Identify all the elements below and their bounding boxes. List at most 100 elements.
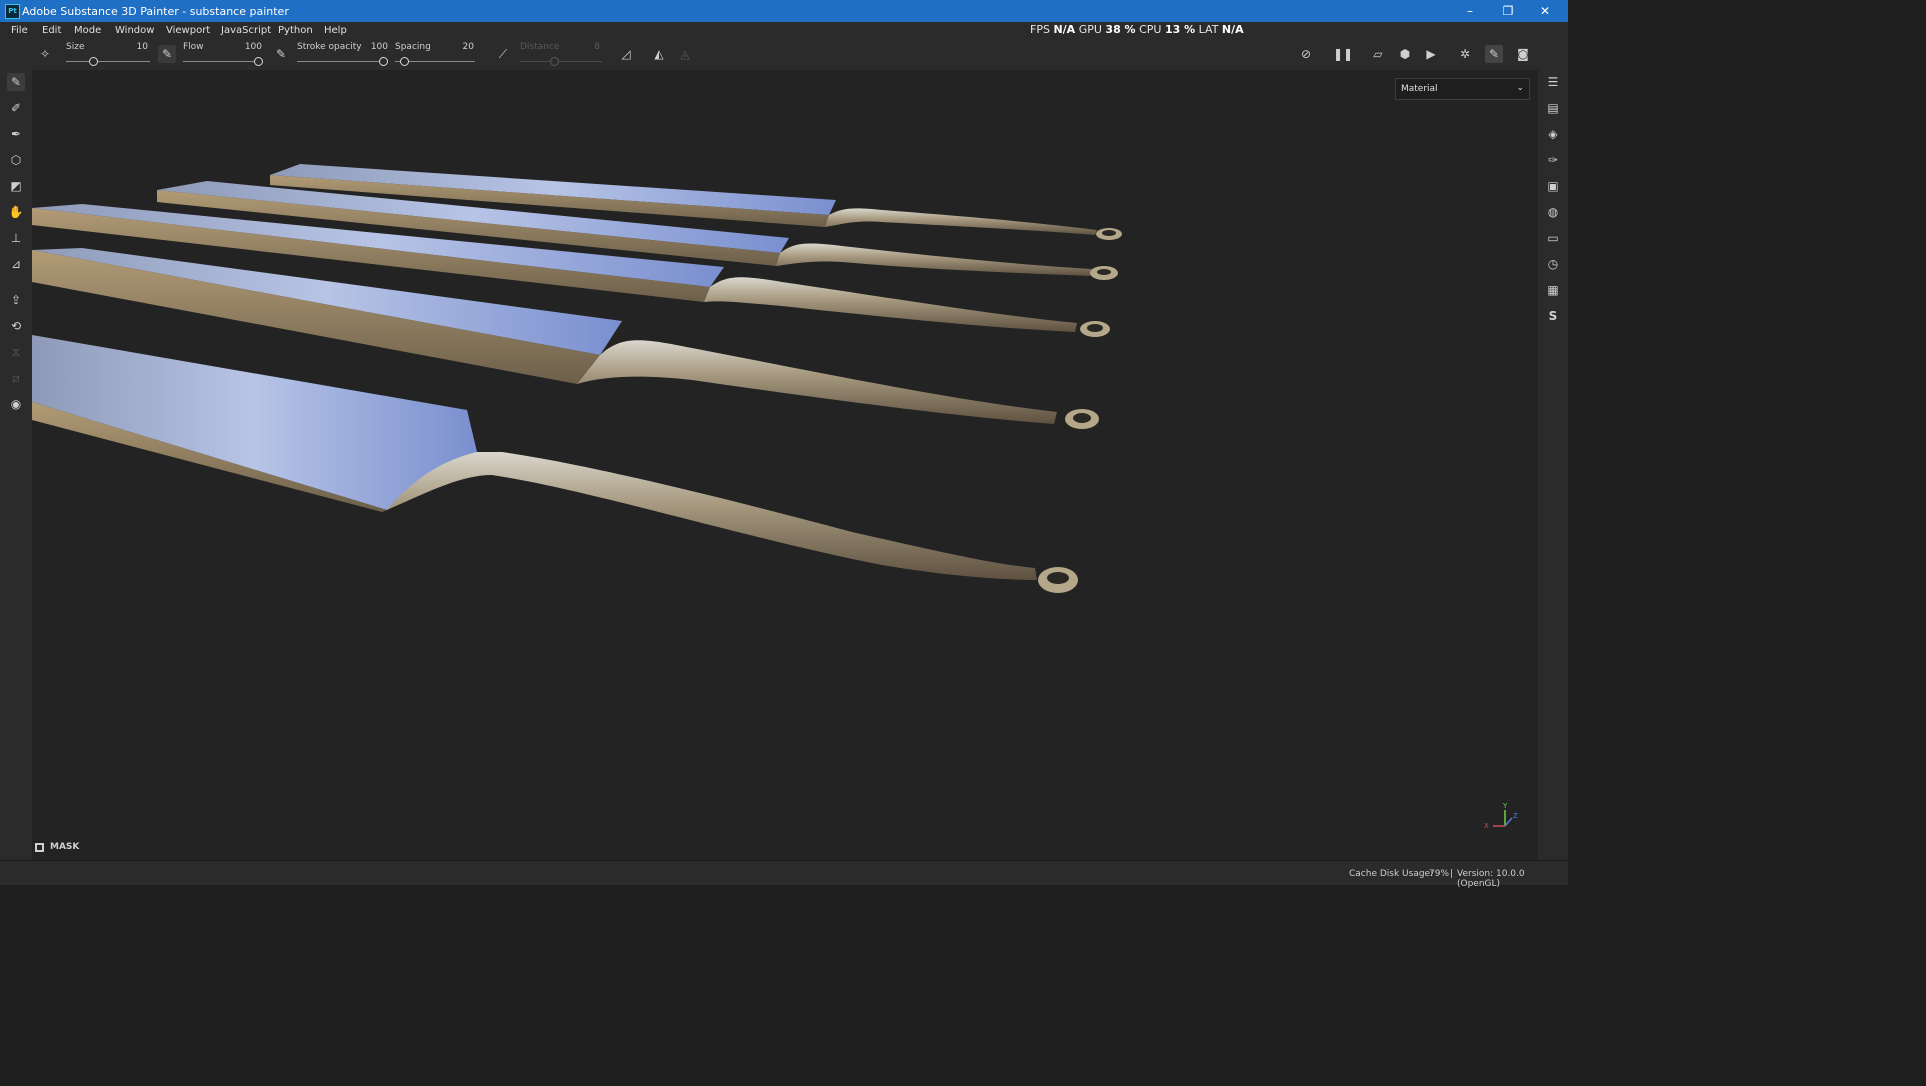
viewport-canvas: Y Z X [32,164,1518,830]
size-label: Size [66,42,85,52]
window-title: Adobe Substance 3D Painter - substance p… [22,5,289,18]
channel-dropdown[interactable]: Material ⌄ [1395,78,1530,100]
spacing-slider-handle[interactable] [400,57,409,66]
menu-help[interactable]: Help [324,25,347,36]
stroke-opacity-slider[interactable] [297,61,387,62]
shader-icon[interactable]: ◍ [1544,203,1562,221]
paint-brush-icon[interactable]: ✎ [7,73,25,91]
alignment-icon[interactable]: ◿ [617,45,635,63]
cache-disk-label: Cache Disk Usage: [1349,869,1434,879]
version-text: Version: 10.0.0 (OpenGL) [1457,869,1525,889]
bake-icon[interactable]: ⇪ [7,291,25,309]
menu-python[interactable]: Python [278,25,313,36]
layer-stack-icon[interactable]: ◈ [1544,125,1562,143]
substance-icon[interactable]: S [1544,307,1562,325]
color-picker-icon[interactable]: ⊿ [7,255,25,273]
geometry-mask-icon[interactable]: ◩ [7,177,25,195]
channel-dropdown-value: Material [1401,84,1438,94]
eraser-icon[interactable]: ✐ [7,99,25,117]
fps-value: N/A [1053,23,1076,36]
pause-icon[interactable]: ❚❚ [1333,45,1353,63]
chevron-down-icon: ⌄ [1516,83,1524,93]
projection-icon[interactable]: ✒ [7,125,25,143]
mask-label: MASK [50,842,80,852]
stroke-opacity-value: 100 [370,42,388,52]
left-toolbar: ✎ ✐ ✒ ⬡ ◩ ✋ ⊥ ⊿ ⇪ ⟲ ⧖ ⧄ ◉ [0,70,32,860]
cpu-value: 13 % [1164,23,1196,36]
lat-value: N/A [1221,23,1244,36]
flow-label: Flow [183,42,204,52]
menu-mode[interactable]: Mode [74,25,101,36]
flow-value: 100 [244,42,262,52]
status-bar: Cache Disk Usage: 79% | Version: 10.0.0 … [0,860,1568,889]
mask-checkbox[interactable] [35,843,44,852]
measure-icon[interactable]: ⧄ [7,369,25,387]
axis-x-label: X [1484,822,1489,830]
app-logo: Pt [5,4,20,19]
polygon-fill-icon[interactable]: ⬡ [7,151,25,169]
hide-icon[interactable]: ⊘ [1297,45,1315,63]
camera-icon[interactable]: ▶ [1422,45,1440,63]
iray-icon[interactable]: ✲ [1456,45,1474,63]
menu-javascript[interactable]: JavaScript [221,25,271,36]
menu-viewport[interactable]: Viewport [166,25,210,36]
flow-slider[interactable] [183,61,263,62]
opacity-pressure-icon[interactable]: ✎ [272,45,290,63]
display-settings-icon[interactable]: ▣ [1544,177,1562,195]
axis-z-label: Z [1513,812,1518,820]
menu-edit[interactable]: Edit [42,25,61,36]
screenshot-camera-icon[interactable]: ◙ [1514,45,1532,63]
title-bar: Pt Adobe Substance 3D Painter - substanc… [0,0,1568,22]
symmetry-icon[interactable]: ⧖ [7,343,25,361]
lazy-mouse-icon[interactable]: ⟋ [494,45,512,63]
3d-viewport[interactable]: Y Z X [32,70,1538,860]
tool-properties-bar: ✧ Size 10 ✎ Flow 100 ✎ Stroke opacity 10… [0,40,1568,71]
assets-icon[interactable]: ▭ [1544,229,1562,247]
size-value: 10 [136,42,148,52]
symmetry-settings-icon[interactable]: ◬ [676,45,694,63]
menu-window[interactable]: Window [115,25,154,36]
flow-slider-handle[interactable] [254,57,263,66]
painting-mode-icon[interactable]: ✎ [1485,45,1503,63]
size-slider[interactable] [66,61,150,62]
distance-value: 8 [594,42,600,52]
quick-mask-icon[interactable]: ⟲ [7,317,25,335]
minimize-button[interactable]: – [1455,3,1485,19]
texture-set-icon[interactable]: ▤ [1544,99,1562,117]
distance-slider[interactable] [520,61,602,62]
axis-gizmo: Y Z X [1484,802,1518,830]
right-toolbar: ☰ ▤ ◈ ✑ ▣ ◍ ▭ ◷ ▦ S [1538,70,1568,860]
lat-label: LAT [1198,23,1219,36]
cube-view-icon[interactable]: ⬢ [1396,45,1414,63]
cpu-label: CPU [1139,23,1162,36]
menu-file[interactable]: File [11,25,28,36]
gpu-value: 38 % [1105,23,1136,36]
smudge-icon[interactable]: ✋ [7,203,25,221]
spacing-label: Spacing [395,42,431,52]
close-button[interactable]: ✕ [1530,3,1560,19]
properties-icon[interactable]: ✑ [1544,151,1562,169]
performance-readout: FPS N/A GPU 38 % CPU 13 % LAT N/A [1030,23,1244,36]
cache-disk-value: 79% [1429,869,1450,879]
axis-y-label: Y [1502,802,1508,810]
layers-icon[interactable]: ☰ [1544,73,1562,91]
size-slider-handle[interactable] [89,57,98,66]
gpu-label: GPU [1078,23,1102,36]
brush-preset-icon[interactable]: ✧ [36,45,54,63]
history-icon[interactable]: ◷ [1544,255,1562,273]
spacing-value: 20 [462,42,474,52]
menu-bar: File Edit Mode Window Viewport JavaScrip… [0,22,1568,40]
maximize-button[interactable]: ❐ [1493,3,1523,19]
status-separator: | [1450,869,1454,879]
fps-label: FPS [1030,23,1050,36]
distance-slider-handle[interactable] [550,57,559,66]
distance-label: Distance [520,42,560,52]
stroke-opacity-label: Stroke opacity [297,42,362,52]
flow-pressure-icon[interactable]: ✎ [158,45,176,63]
log-icon[interactable]: ▦ [1544,281,1562,299]
symmetry-toggle-icon[interactable]: ◭ [650,45,668,63]
view-mode-icon[interactable]: ▱ [1369,45,1387,63]
screenshot-icon[interactable]: ◉ [7,395,25,413]
stroke-opacity-slider-handle[interactable] [379,57,388,66]
clone-stamp-icon[interactable]: ⊥ [7,229,25,247]
